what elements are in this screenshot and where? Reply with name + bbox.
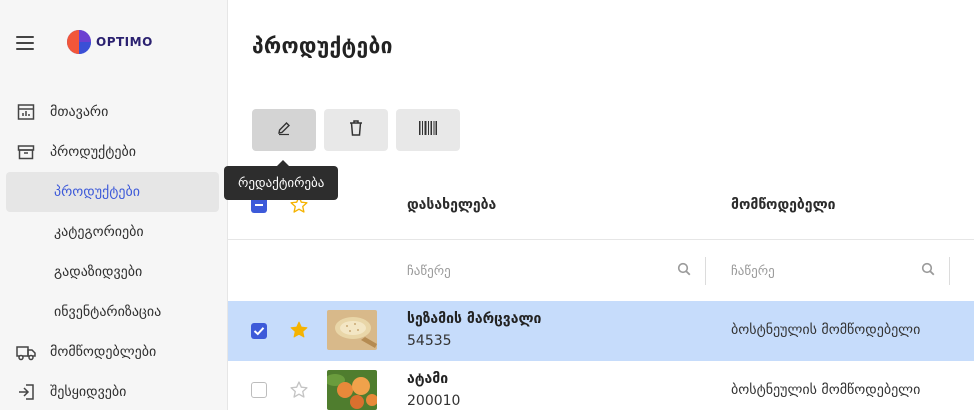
sidebar-item-label: შესყიდვები — [50, 384, 127, 400]
product-thumbnail — [327, 370, 377, 410]
search-icon — [677, 262, 691, 280]
supplier-filter-placeholder: ჩაწერე — [731, 263, 775, 279]
supplier-cell: ბოსტნეულის მომწოდებელი — [731, 382, 921, 398]
column-header-name[interactable]: დასახელება — [407, 197, 496, 213]
menu-icon[interactable] — [16, 36, 34, 50]
table-header: დასახელება მომწოდებელი — [228, 170, 974, 240]
barcode-icon — [418, 120, 438, 140]
table-row[interactable]: სეზამის მარცვალი 54535 ბოსტნეულის მომწოდ… — [228, 301, 974, 361]
sidebar-item-products[interactable]: პროდუქტები — [0, 132, 227, 172]
dashboard-icon — [16, 102, 36, 122]
main-content: პროდუქტები დასახელება მომწოდებელი ჩაწერე… — [224, 0, 974, 410]
sidebar-item-label: პროდუქტები — [50, 144, 136, 160]
sidebar-item-label: კატეგორიები — [54, 224, 144, 240]
name-filter-placeholder: ჩაწერე — [407, 263, 451, 279]
sidebar-subitem-products[interactable]: პროდუქტები — [6, 172, 219, 212]
sidebar: OPTIMO მთავარი პროდუქტები პროდუქტები კატ… — [0, 0, 228, 410]
sidebar-item-suppliers[interactable]: მომწოდებლები — [0, 332, 227, 372]
sidebar-subitem-inventory[interactable]: ინვენტარიზაცია — [0, 292, 227, 332]
column-header-supplier[interactable]: მომწოდებელი — [731, 197, 836, 213]
edit-button[interactable] — [252, 109, 316, 151]
toolbar — [252, 109, 468, 151]
sidebar-item-label: პროდუქტები — [54, 184, 140, 200]
logo-text: OPTIMO — [96, 35, 153, 49]
search-icon — [921, 262, 935, 280]
barcode-button[interactable] — [396, 109, 460, 151]
row-checkbox[interactable] — [251, 382, 267, 398]
delete-button[interactable] — [324, 109, 388, 151]
logo-mark-icon — [67, 30, 91, 54]
pencil-icon — [276, 120, 292, 140]
sidebar-item-label: გადაზიდვები — [54, 264, 143, 280]
supplier-cell: ბოსტნეულის მომწოდებელი — [731, 322, 921, 338]
trash-icon — [348, 119, 364, 141]
truck-icon — [16, 342, 36, 362]
sidebar-item-label: მომწოდებლები — [50, 344, 157, 360]
sidebar-item-home[interactable]: მთავარი — [0, 92, 227, 132]
filter-divider — [705, 257, 706, 285]
table-row[interactable]: ატამი 200010 ბოსტნეულის მომწოდებელი — [228, 361, 974, 410]
product-code: 200010 — [407, 393, 461, 409]
row-checkbox[interactable] — [251, 323, 267, 339]
check-icon — [253, 327, 265, 336]
sidebar-item-purchases[interactable]: შესყიდვები — [0, 372, 227, 410]
product-name-cell: ატამი 200010 — [407, 371, 460, 409]
favorite-star-icon[interactable] — [289, 320, 309, 340]
product-name: ატამი — [407, 371, 449, 387]
product-thumbnail — [327, 310, 377, 350]
archive-box-icon — [16, 142, 36, 162]
product-name-cell: სეზამის მარცვალი 54535 — [407, 311, 541, 349]
product-code: 54535 — [407, 333, 452, 349]
filter-row: ჩაწერე ჩაწერე — [228, 241, 974, 301]
sidebar-item-label: მთავარი — [50, 104, 109, 120]
supplier-filter-input[interactable]: ჩაწერე — [731, 255, 950, 287]
sidebar-subitem-categories[interactable]: კატეგორიები — [0, 212, 227, 252]
sidebar-subitem-shipments[interactable]: გადაზიდვები — [0, 252, 227, 292]
sidebar-nav: მთავარი პროდუქტები პროდუქტები კატეგორიებ… — [0, 92, 227, 410]
product-name: სეზამის მარცვალი — [407, 311, 542, 327]
import-icon — [16, 382, 36, 402]
filter-divider — [949, 257, 950, 285]
logo[interactable]: OPTIMO — [67, 30, 153, 54]
sidebar-item-label: ინვენტარიზაცია — [54, 304, 162, 320]
name-filter-input[interactable]: ჩაწერე — [407, 255, 706, 287]
favorite-star-icon[interactable] — [289, 380, 309, 400]
edit-tooltip: რედაქტირება — [224, 160, 339, 200]
page-title: პროდუქტები — [252, 34, 393, 58]
